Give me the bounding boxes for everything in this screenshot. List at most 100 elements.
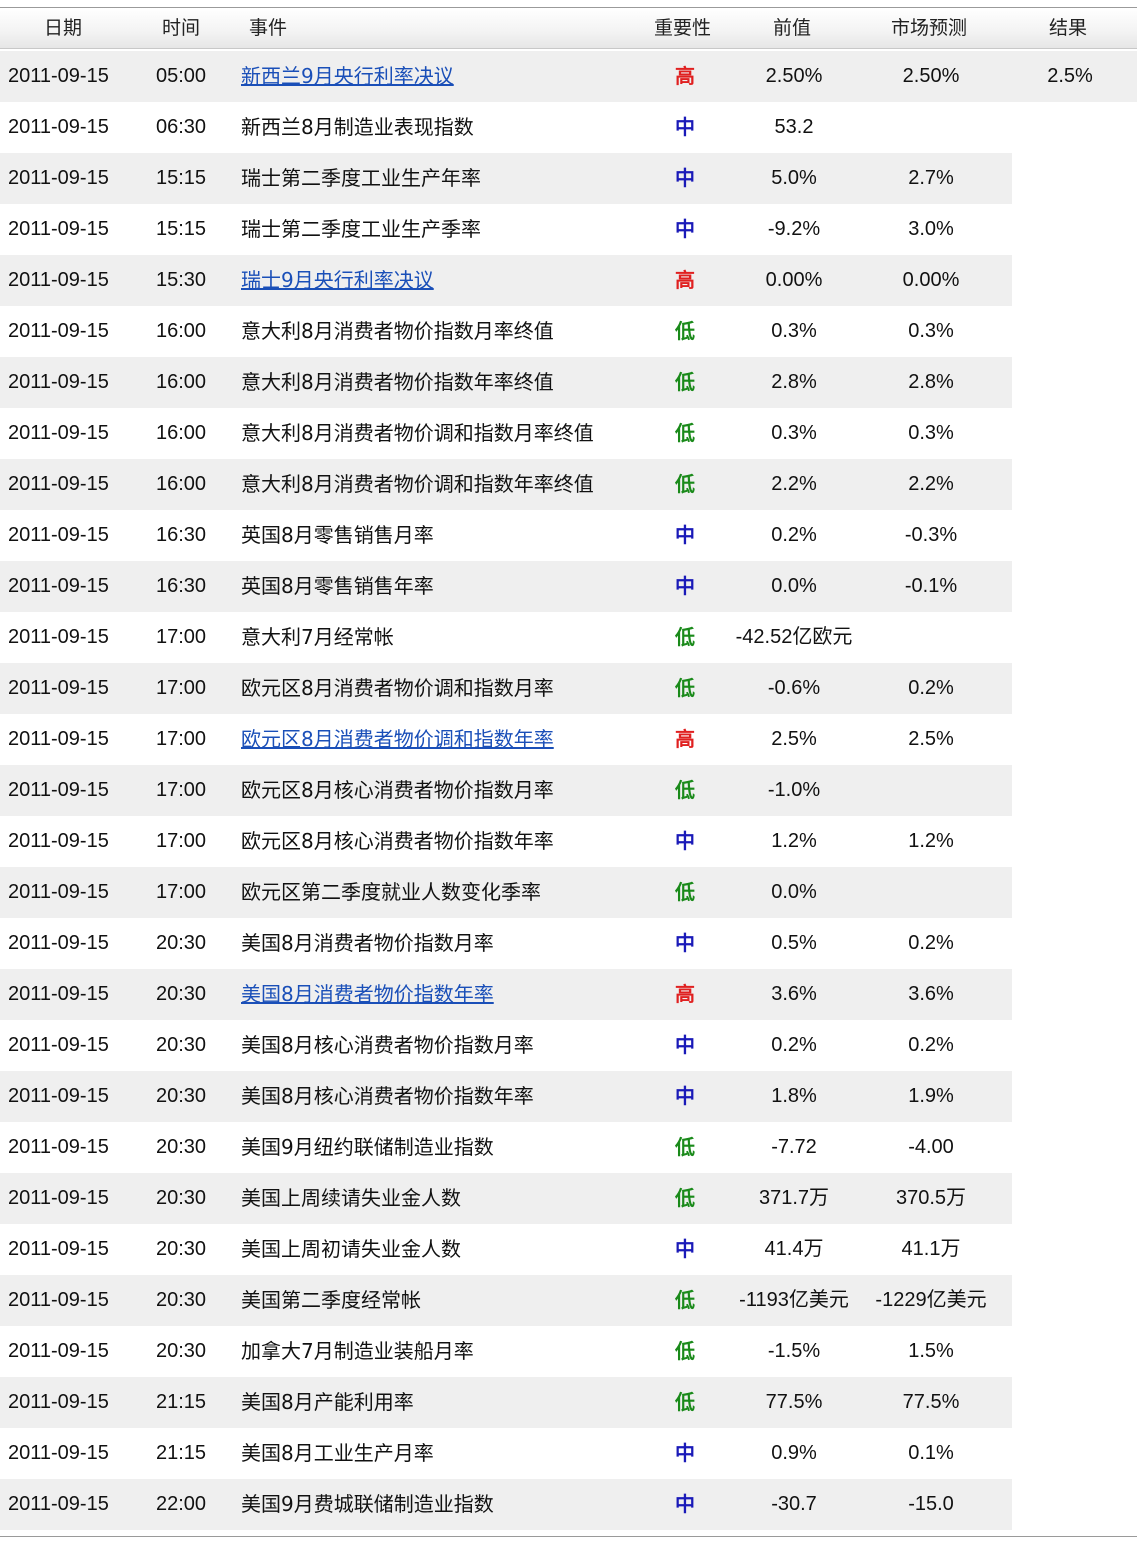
cell-result — [1010, 153, 1130, 204]
cell-event: 欧元区8月核心消费者物价指数月率 — [241, 778, 554, 802]
cell-forecast: 0.3% — [908, 422, 954, 444]
cell-forecast: 2.7% — [908, 167, 954, 189]
cell-forecast: 1.2% — [908, 830, 954, 852]
cell-time: 16:30 — [156, 575, 207, 597]
cell-forecast: -0.3% — [904, 524, 958, 546]
cell-forecast: 0.00% — [902, 269, 960, 291]
cell-forecast — [856, 102, 1006, 153]
importance-badge: 中 — [675, 523, 695, 547]
importance-badge: 中 — [675, 115, 695, 139]
event-link[interactable]: 欧元区8月消费者物价调和指数年率 — [241, 714, 554, 765]
cell-date: 2011-09-15 — [8, 1085, 109, 1107]
table-row: 2011-09-15 20:30 美国第二季度经常帐 低 -1193亿美元 -1229亿美… — [0, 1275, 1137, 1326]
cell-previous: 2.50% — [765, 65, 823, 87]
cell-date: 2011-09-15 — [8, 116, 109, 138]
cell-date: 2011-09-15 — [8, 881, 109, 903]
cell-result — [1010, 765, 1130, 816]
table-row: 2011-09-15 20:30 加拿大7月制造业装船月率 低 -1.5% 1.5% — [0, 1326, 1137, 1377]
cell-previous: 3.6% — [771, 983, 817, 1005]
header-event[interactable]: 事件 — [249, 8, 287, 48]
cell-result — [1010, 204, 1130, 255]
cell-event: 欧元区8月消费者物价调和指数月率 — [241, 676, 554, 700]
table-row: 2011-09-15 16:30 英国8月零售销售年率 中 0.0% -0.1% — [0, 561, 1137, 612]
cell-time: 20:30 — [156, 1289, 207, 1311]
cell-result — [1010, 102, 1130, 153]
cell-date: 2011-09-15 — [8, 65, 109, 87]
importance-badge: 低 — [675, 676, 695, 700]
cell-time: 06:30 — [156, 116, 207, 138]
cell-time: 16:30 — [156, 524, 207, 546]
header-result[interactable]: 结果 — [1049, 8, 1087, 48]
cell-date: 2011-09-15 — [8, 932, 109, 954]
cell-date: 2011-09-15 — [8, 830, 109, 852]
cell-previous: -9.2% — [767, 218, 821, 240]
table-row: 2011-09-15 16:00 意大利8月消费者物价指数月率终值 低 0.3% 0.3% — [0, 306, 1137, 357]
cell-event: 美国8月核心消费者物价指数月率 — [241, 1033, 534, 1057]
cell-result — [1010, 459, 1130, 510]
importance-badge: 中 — [675, 1237, 695, 1261]
cell-forecast: 2.8% — [908, 371, 954, 393]
header-time[interactable]: 时间 — [162, 8, 200, 48]
table-row: 2011-09-15 20:30 美国9月纽约联储制造业指数 低 -7.72 -4.00 — [0, 1122, 1137, 1173]
event-link[interactable]: 新西兰9月央行利率决议 — [241, 51, 454, 102]
cell-previous: 0.2% — [771, 524, 817, 546]
cell-previous: 371.7万 — [758, 1187, 830, 1209]
cell-previous: -1193亿美元 — [739, 1289, 849, 1311]
cell-previous: -42.52亿欧元 — [735, 626, 853, 648]
event-link[interactable]: 瑞士9月央行利率决议 — [241, 255, 434, 306]
cell-result — [1010, 714, 1130, 765]
cell-date: 2011-09-15 — [8, 626, 109, 648]
table-row: 2011-09-15 21:15 美国8月工业生产月率 中 0.9% 0.1% — [0, 1428, 1137, 1479]
table-row: 2011-09-15 20:30 美国8月消费者物价指数年率 高 3.6% 3.6% — [0, 969, 1137, 1020]
cell-time: 20:30 — [156, 1187, 207, 1209]
cell-result — [1010, 918, 1130, 969]
importance-badge: 低 — [675, 880, 695, 904]
table-row: 2011-09-15 16:00 意大利8月消费者物价调和指数月率终值 低 0.3% 0.… — [0, 408, 1137, 459]
cell-event: 美国9月费城联储制造业指数 — [241, 1492, 494, 1516]
cell-date: 2011-09-15 — [8, 1136, 109, 1158]
header-previous[interactable]: 前值 — [773, 8, 811, 48]
cell-time: 20:30 — [156, 1034, 207, 1056]
importance-badge: 中 — [675, 217, 695, 241]
cell-previous: 2.2% — [771, 473, 817, 495]
table-row: 2011-09-15 17:00 欧元区第二季度就业人数变化季率 低 0.0% — [0, 867, 1137, 918]
economic-calendar-table: 日期 时间 事件 重要性 前值 市场预测 结果 2011-09-15 05:00 新… — [0, 0, 1137, 1542]
cell-result — [1010, 1326, 1130, 1377]
cell-result — [1010, 510, 1130, 561]
event-link[interactable]: 美国8月消费者物价指数年率 — [241, 969, 494, 1020]
cell-date: 2011-09-15 — [8, 1034, 109, 1056]
cell-time: 16:00 — [156, 371, 207, 393]
cell-forecast: 370.5万 — [895, 1187, 967, 1209]
importance-badge: 低 — [675, 1390, 695, 1414]
cell-result — [1010, 1275, 1130, 1326]
cell-result — [1010, 867, 1130, 918]
cell-event: 意大利8月消费者物价调和指数年率终值 — [241, 472, 594, 496]
cell-time: 22:00 — [156, 1493, 207, 1515]
cell-time: 15:30 — [156, 269, 207, 291]
table-row: 2011-09-15 16:00 意大利8月消费者物价调和指数年率终值 低 2.2% 2.… — [0, 459, 1137, 510]
cell-forecast: 2.5% — [908, 728, 954, 750]
cell-result — [1010, 1071, 1130, 1122]
cell-result: 2.5% — [1047, 65, 1093, 87]
cell-date: 2011-09-15 — [8, 218, 109, 240]
cell-time: 21:15 — [156, 1391, 207, 1413]
table-row: 2011-09-15 15:30 瑞士9月央行利率决议 高 0.00% 0.00% — [0, 255, 1137, 306]
importance-badge: 低 — [675, 625, 695, 649]
importance-badge: 中 — [675, 931, 695, 955]
cell-time: 16:00 — [156, 422, 207, 444]
cell-date: 2011-09-15 — [8, 1340, 109, 1362]
table-bottom-border — [0, 1536, 1137, 1537]
cell-date: 2011-09-15 — [8, 269, 109, 291]
cell-time: 15:15 — [156, 167, 207, 189]
header-importance[interactable]: 重要性 — [654, 8, 711, 48]
importance-badge: 中 — [675, 1492, 695, 1516]
table-row: 2011-09-15 16:30 英国8月零售销售月率 中 0.2% -0.3% — [0, 510, 1137, 561]
header-date[interactable]: 日期 — [44, 8, 82, 48]
cell-event: 瑞士第二季度工业生产季率 — [241, 217, 481, 241]
cell-time: 17:00 — [156, 626, 207, 648]
cell-previous: 1.8% — [771, 1085, 817, 1107]
cell-date: 2011-09-15 — [8, 473, 109, 495]
cell-previous: 0.3% — [771, 422, 817, 444]
cell-time: 17:00 — [156, 830, 207, 852]
header-forecast[interactable]: 市场预测 — [891, 8, 967, 48]
